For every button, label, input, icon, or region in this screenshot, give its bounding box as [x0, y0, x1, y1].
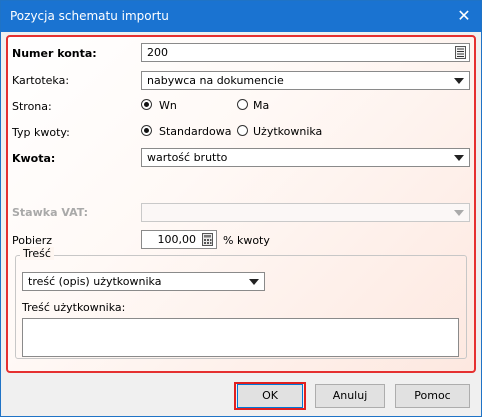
window-title: Pozycja schematu importu — [10, 9, 169, 23]
cancel-button[interactable]: Anuluj — [315, 384, 385, 408]
pobierz-field[interactable]: 100,00 — [141, 230, 217, 249]
chevron-down-icon — [454, 78, 464, 84]
kartoteka-value: nabywca na dokumencie — [147, 74, 284, 87]
kwota-value: wartość brutto — [147, 151, 228, 164]
radio-standardowa[interactable] — [141, 125, 152, 136]
kwota-dropdown[interactable]: wartość brutto — [141, 148, 470, 167]
chevron-down-icon — [249, 279, 259, 285]
typ-kwoty-label: Typ kwoty: — [12, 126, 70, 139]
calculator-icon[interactable] — [202, 233, 213, 246]
radio-standardowa-label[interactable]: Standardowa — [159, 125, 232, 138]
radio-uzytkownika[interactable] — [237, 125, 248, 136]
radio-selected-dot — [144, 128, 149, 133]
pobierz-value: 100,00 — [157, 233, 197, 246]
close-icon[interactable]: ✕ — [453, 5, 475, 27]
radio-uzytkownika-label[interactable]: Użytkownika — [253, 125, 322, 138]
kwota-label: Kwota: — [12, 152, 56, 165]
title-bar[interactable]: Pozycja schematu importu ✕ — [1, 1, 481, 32]
dialog-window: Pozycja schematu importu ✕ Numer konta: … — [0, 0, 482, 417]
tresc-uzytkownika-textarea[interactable] — [22, 318, 459, 357]
radio-ma[interactable] — [237, 99, 248, 110]
numer-konta-value: 200 — [147, 46, 168, 59]
chevron-down-icon — [454, 155, 464, 161]
radio-selected-dot — [144, 102, 149, 107]
tresc-dropdown[interactable]: treść (opis) użytkownika — [22, 272, 265, 291]
tresc-value: treść (opis) użytkownika — [28, 275, 162, 288]
chevron-down-icon — [454, 210, 464, 216]
radio-ma-label[interactable]: Ma — [253, 99, 269, 112]
pobierz-suffix: % kwoty — [223, 234, 270, 247]
radio-wn-label[interactable]: Wn — [159, 99, 177, 112]
numer-konta-field[interactable]: 200 — [141, 43, 470, 62]
list-picker-icon[interactable] — [455, 46, 466, 59]
help-button[interactable]: Pomoc — [395, 384, 470, 408]
stawka-vat-label: Stawka VAT: — [12, 206, 89, 219]
tresc-legend: Treść — [20, 247, 54, 260]
kartoteka-dropdown[interactable]: nabywca na dokumencie — [141, 71, 470, 90]
numer-konta-label: Numer konta: — [12, 47, 97, 60]
strona-label: Strona: — [12, 100, 52, 113]
form-panel: Numer konta: 200 Kartoteka: nabywca na d… — [6, 35, 476, 373]
kartoteka-label: Kartoteka: — [12, 74, 70, 87]
pobierz-label: Pobierz — [12, 234, 53, 247]
tresc-uzytkownika-label: Treść użytkownika: — [22, 301, 126, 314]
stawka-vat-dropdown — [141, 203, 470, 222]
ok-button[interactable]: OK — [237, 384, 303, 408]
radio-wn[interactable] — [141, 99, 152, 110]
